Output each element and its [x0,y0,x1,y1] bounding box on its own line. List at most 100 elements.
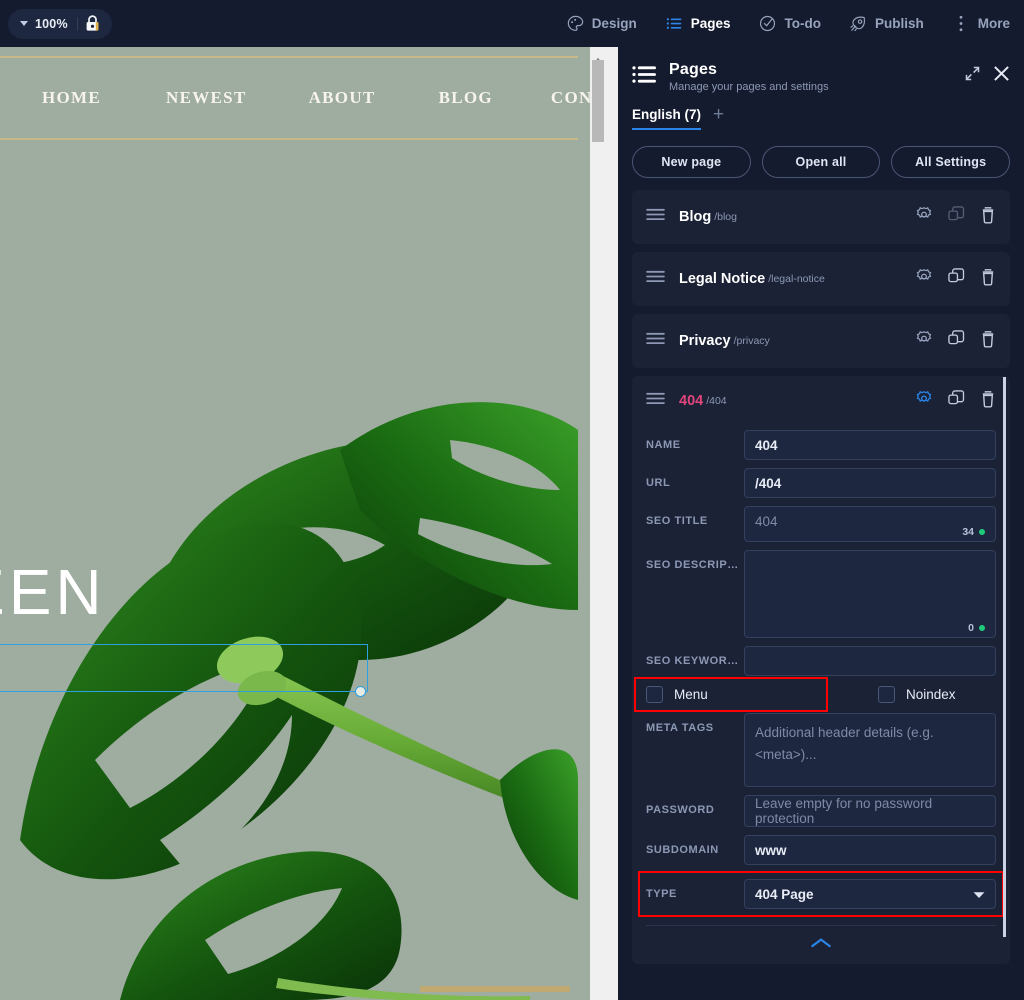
status-dot [979,625,985,631]
top-nav-more[interactable]: More [938,0,1024,47]
zoom-control[interactable]: 100% [8,9,112,39]
scrollbar-up-arrow-icon[interactable] [594,50,602,56]
type-dropdown[interactable]: 404 Page [744,879,996,909]
type-dropdown-value: 404 Page [755,887,814,902]
gear-icon[interactable] [915,268,933,291]
site-nav-home[interactable]: HOME [42,88,101,108]
rocket-icon [849,14,868,33]
duplicate-icon[interactable] [948,268,965,290]
noindex-checkbox-label: Noindex [906,687,956,702]
drag-handle-icon[interactable] [646,332,665,350]
hero-heading[interactable]: EEN [0,555,106,629]
seo-title-counter: 34 [962,526,985,538]
tab-english[interactable]: English (7) [632,107,701,130]
field-seo-title: SEO TITLE 404 34 [632,502,1010,546]
element-selection-outline[interactable] [0,644,368,692]
chevron-up-icon[interactable] [810,936,832,954]
collapse-row[interactable] [646,925,996,954]
new-page-button[interactable]: New page [632,146,751,178]
password-input[interactable]: Leave empty for no password protection [744,795,996,827]
top-nav-todo[interactable]: To-do [744,0,834,47]
list-settings-icon [632,64,657,90]
top-nav-publish[interactable]: Publish [835,0,938,47]
noindex-checkbox[interactable]: Noindex [878,686,956,703]
field-meta-tags: META TAGS Additional header details (e.g… [632,709,1010,791]
trash-icon[interactable] [980,330,996,353]
field-label: SUBDOMAIN [646,835,744,856]
site-nav-blog[interactable]: BLOG [439,88,493,108]
duplicate-icon[interactable] [948,206,965,228]
lock-button[interactable] [78,9,108,39]
seo-description-counter: 0 [968,622,985,634]
table-row[interactable]: Privacy /privacy [632,314,1010,368]
counter-value: 34 [962,526,974,538]
pages-list: Blog /blog Legal Notice /legal-notice [618,178,1024,964]
table-row[interactable]: Legal Notice /legal-notice [632,252,1010,306]
trash-icon[interactable] [980,268,996,291]
duplicate-icon[interactable] [948,390,965,412]
field-seo-description: SEO DESCRIP… 0 [632,546,1010,642]
gear-icon[interactable] [915,330,933,353]
row-actions [915,330,996,353]
gear-icon[interactable] [915,390,933,413]
field-label: SEO KEYWOR… [646,646,744,667]
drag-handle-icon[interactable] [646,208,665,226]
panel-scrollbar-thumb[interactable] [1003,377,1006,937]
all-settings-button[interactable]: All Settings [891,146,1010,178]
chevron-down-icon [20,21,28,26]
panel-header-text: Pages Manage your pages and settings [669,61,829,93]
selection-resize-handle[interactable] [355,686,366,697]
zoom-dropdown[interactable]: 100% [12,17,78,31]
field-password: PASSWORD Leave empty for no password pro… [632,791,1010,831]
meta-tags-textarea[interactable]: Additional header details (e.g. <meta>).… [744,713,996,787]
top-nav-pages[interactable]: Pages [651,0,745,47]
preview-scrollbar-thumb[interactable] [592,60,604,142]
table-row[interactable]: Blog /blog [632,190,1010,244]
drag-handle-icon[interactable] [646,270,665,288]
seo-keywords-input[interactable] [744,646,996,676]
gear-icon[interactable] [915,206,933,229]
subdomain-input[interactable]: www [744,835,996,865]
checkbox-row: Menu Noindex [632,680,1010,709]
check-circle-icon [758,14,777,33]
field-label: SEO DESCRIP… [646,550,744,571]
seo-description-textarea[interactable]: 0 [744,550,996,638]
preview-scrollbar-track[interactable] [590,47,606,1000]
site-nav-about[interactable]: ABOUT [309,88,376,108]
page-slug: /legal-notice [768,273,825,285]
open-all-button[interactable]: Open all [762,146,881,178]
plus-icon[interactable]: + [713,105,724,130]
duplicate-icon[interactable] [948,330,965,352]
top-toolbar: 100% Design [0,0,1024,47]
close-icon[interactable] [993,65,1010,87]
checkbox-icon[interactable] [646,686,663,703]
expanded-page-header[interactable]: 404 /404 [632,376,1010,426]
site-nav-contact[interactable]: CONTACT [551,88,590,108]
name-input[interactable]: 404 [744,430,996,460]
site-preview[interactable]: HOME NEWEST ABOUT BLOG CONTACT EEN [0,47,590,1000]
lock-icon [85,15,100,32]
page-name: Privacy [679,333,731,349]
page-slug: /blog [714,211,737,223]
counter-value: 0 [968,622,974,634]
field-label: URL [646,468,744,489]
menu-checkbox-label: Menu [674,687,708,702]
site-nav-newest[interactable]: NEWEST [166,88,247,108]
field-label: PASSWORD [646,795,744,816]
palette-icon [566,14,585,33]
seo-title-input[interactable]: 404 34 [744,506,996,542]
menu-checkbox[interactable]: Menu [636,679,826,710]
checkbox-icon[interactable] [878,686,895,703]
url-input[interactable]: /404 [744,468,996,498]
top-nav-pages-label: Pages [691,16,731,31]
page-name: 404 [679,393,703,409]
pages-panel: Pages Manage your pages and settings Eng… [618,47,1024,1000]
expand-icon[interactable] [965,66,980,86]
status-dot [979,529,985,535]
trash-icon[interactable] [980,390,996,413]
trash-icon[interactable] [980,206,996,229]
drag-handle-icon[interactable] [646,392,665,410]
panel-title: Pages [669,61,829,79]
field-label: TYPE [646,879,744,900]
top-nav-design[interactable]: Design [552,0,651,47]
